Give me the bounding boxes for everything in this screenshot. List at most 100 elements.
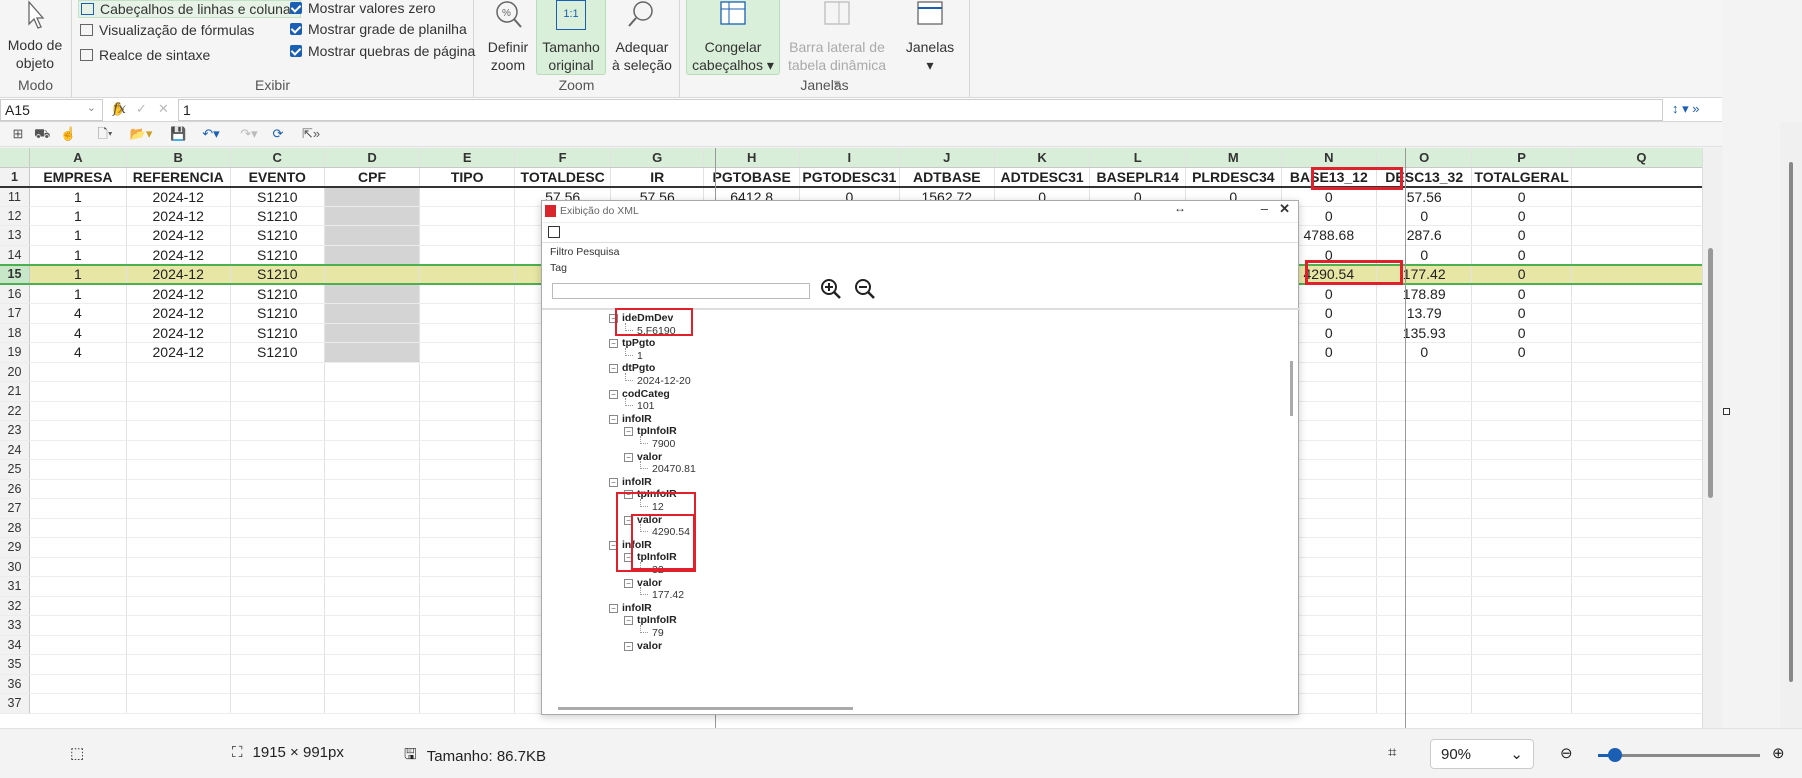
show-zero-checkbox[interactable]: Mostrar valores zero [290,0,436,16]
cell[interactable]: 177.42 [1376,263,1473,285]
cell[interactable] [419,693,516,714]
cell[interactable] [29,440,127,460]
cell[interactable] [324,323,421,343]
cell[interactable] [1376,381,1473,402]
cell[interactable] [1471,537,1572,558]
collapse-toggle-icon[interactable]: − [624,641,633,651]
cell[interactable] [419,440,516,460]
cell[interactable] [419,381,516,402]
tree-vscroll-thumb[interactable] [1290,361,1293,416]
cell[interactable]: S1210 [230,303,325,324]
cell[interactable] [1471,401,1572,421]
cell[interactable] [419,323,516,343]
xml-element-node[interactable]: infoIR [622,476,652,488]
collapse-toggle-icon[interactable]: − [624,427,633,437]
close-icon[interactable]: ✕ [1279,201,1290,217]
xml-value-node[interactable]: 7900 [652,438,675,450]
cell[interactable] [324,381,421,402]
cell[interactable]: 0 [1471,323,1572,343]
cell[interactable]: S1210 [230,206,325,226]
row-header[interactable]: 24 [0,440,30,460]
cell[interactable] [1571,245,1712,265]
cell[interactable] [324,362,421,382]
cell[interactable] [230,576,325,597]
xml-value-node[interactable]: 32 [652,564,664,576]
cell[interactable]: 178.89 [1376,284,1473,304]
cell[interactable]: 1 [29,225,127,246]
collapse-toggle-icon[interactable]: − [609,477,618,487]
cell[interactable] [29,498,127,519]
row-header[interactable]: 25 [0,459,30,480]
undo-icon[interactable]: ↶▾ [196,127,226,141]
cell[interactable] [126,459,231,480]
collapse-toggle-icon[interactable]: − [609,414,618,424]
tree-hscroll-thumb[interactable] [558,707,853,710]
cell[interactable]: PLRDESC34 [1185,167,1282,188]
cell[interactable] [230,518,325,538]
cell[interactable] [324,186,421,207]
cell[interactable] [1376,479,1473,499]
cell[interactable] [419,362,516,382]
cell[interactable] [1571,518,1712,538]
cell[interactable] [324,342,421,363]
cell[interactable] [1571,381,1712,402]
xml-tree[interactable]: − ideDmDev 5.F6190− tpPgto 1− dtPgto 2024-12-2… [542,308,1300,703]
cell[interactable] [1471,362,1572,382]
cell[interactable] [1571,537,1712,558]
cell[interactable] [1571,459,1712,480]
cell[interactable] [1471,654,1572,675]
export-icon[interactable] [548,226,560,238]
cell[interactable]: 0 [1376,342,1473,363]
resize-handle[interactable] [1723,408,1730,415]
fit-selection-button[interactable]: Adequar à seleção [610,0,674,74]
cell[interactable] [419,498,516,519]
cell[interactable] [29,362,127,382]
cell[interactable]: TOTALGERAL [1471,167,1572,188]
row-header[interactable]: 19 [0,342,30,363]
cancel-icon[interactable]: ✕ [158,101,169,117]
cell[interactable] [324,459,421,480]
cell[interactable]: 2024-12 [126,206,231,226]
open-folder-icon[interactable]: 📂▾ [126,127,156,141]
cell[interactable] [1376,596,1473,616]
cell[interactable]: 4 [29,323,127,343]
col-header[interactable]: H [703,148,800,168]
formula-view-toggle[interactable]: Visualização de fórmulas [80,22,254,38]
cell[interactable]: EMPRESA [29,167,127,188]
cell[interactable] [324,245,421,265]
cell[interactable] [230,459,325,480]
cell[interactable] [419,420,516,441]
cell[interactable] [419,284,516,304]
cell[interactable] [324,284,421,304]
cell[interactable] [230,654,325,675]
cell[interactable]: BASE13_12 [1281,167,1378,188]
save-icon[interactable]: 💾 [170,127,186,141]
collapse-toggle-icon[interactable]: − [609,389,618,399]
cell[interactable] [1571,498,1712,519]
cell[interactable] [1376,537,1473,558]
cell[interactable] [1571,323,1712,343]
cell[interactable] [419,225,516,246]
xml-value-node[interactable]: 101 [637,400,655,412]
cell[interactable] [1571,615,1712,636]
collapse-toggle-icon[interactable]: − [624,515,633,525]
selection-icon[interactable]: ⬚ [70,744,84,762]
cell[interactable]: 0 [1471,225,1572,246]
cell[interactable] [1471,557,1572,577]
cell[interactable] [324,518,421,538]
select-all-corner[interactable] [0,148,30,168]
cell[interactable]: S1210 [230,225,325,246]
cell[interactable] [324,576,421,597]
cell[interactable] [419,635,516,655]
cell[interactable] [29,420,127,441]
collapse-toggle-icon[interactable]: − [624,616,633,626]
cell[interactable] [1571,206,1712,226]
dialog-titlebar[interactable]: Exibição do XML ↔ – ✕ [542,201,1298,223]
cell[interactable] [419,615,516,636]
cell[interactable]: REFERENCIA [126,167,231,188]
cell[interactable] [1571,420,1712,441]
row-header[interactable]: 33 [0,615,30,636]
cell[interactable]: 2024-12 [126,225,231,246]
cell[interactable] [29,674,127,694]
cell[interactable] [1471,576,1572,597]
